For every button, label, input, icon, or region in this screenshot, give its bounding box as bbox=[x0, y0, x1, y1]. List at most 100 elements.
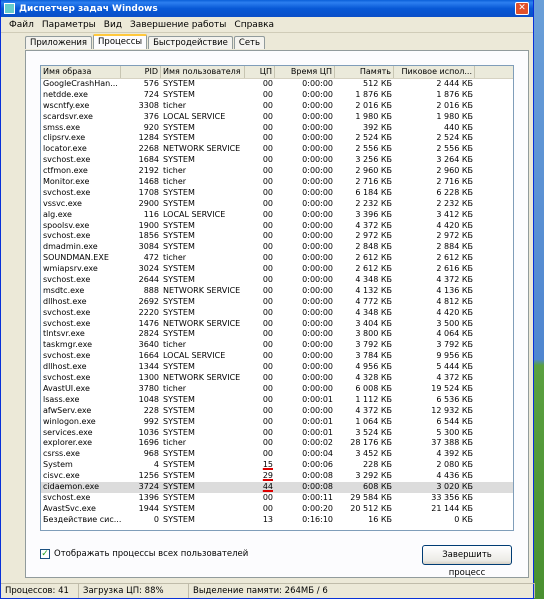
cell-name: lsass.exe bbox=[43, 394, 80, 404]
column-header-peak[interactable]: Пиковое испол... bbox=[394, 66, 475, 78]
tab-3[interactable]: Сеть bbox=[233, 36, 266, 49]
cell-cpu: 00 bbox=[262, 416, 273, 426]
table-row[interactable]: System 4 SYSTEM 15 0:00:06 228 КБ 2 080 КБ bbox=[41, 460, 513, 471]
table-row[interactable]: locator.exe 2268 NETWORK SERVICE 00 0:00:00 2… bbox=[41, 144, 513, 155]
table-row[interactable]: Бездействие сис... 0 SYSTEM 13 0:16:10 16 КБ 0… bbox=[41, 515, 513, 526]
table-row[interactable]: csrss.exe 968 SYSTEM 00 0:00:04 3 452 КБ 4 392… bbox=[41, 449, 513, 460]
cell-cpu: 44 bbox=[262, 481, 273, 491]
table-row[interactable]: svchost.exe 1300 NETWORK SERVICE 00 0:00:00 4… bbox=[41, 373, 513, 384]
table-row[interactable]: explorer.exe 1696 ticher 00 0:00:02 28 176 КБ… bbox=[41, 438, 513, 449]
title-bar[interactable]: Диспетчер задач Windows ✕ bbox=[1, 0, 533, 17]
table-row[interactable]: lsass.exe 1048 SYSTEM 00 0:00:01 1 112 КБ 6 53… bbox=[41, 395, 513, 406]
table-row[interactable]: svchost.exe 1396 SYSTEM 00 0:00:11 29 584 КБ 3… bbox=[41, 493, 513, 504]
cell-mem: 20 512 КБ bbox=[350, 503, 392, 513]
cell-cpu: 00 bbox=[262, 155, 273, 165]
cell-cpu: 00 bbox=[262, 220, 273, 230]
table-row[interactable]: cidaemon.exe 3724 SYSTEM 44 0:00:08 608 КБ 3 0… bbox=[41, 481, 513, 493]
cell-cpu: 00 bbox=[262, 79, 273, 88]
menu-item-2[interactable]: Вид bbox=[100, 20, 126, 30]
table-row[interactable]: spoolsv.exe 1900 SYSTEM 00 0:00:00 4 372 КБ 4 … bbox=[41, 221, 513, 232]
cell-time: 0:00:00 bbox=[302, 111, 333, 121]
table-row[interactable]: scardsvr.exe 376 LOCAL SERVICE 00 0:00:00 1 9… bbox=[41, 112, 513, 123]
cell-cpu: 00 bbox=[262, 231, 273, 241]
end-process-button[interactable]: Завершить процесс bbox=[422, 545, 512, 578]
table-row[interactable]: ctfmon.exe 2192 ticher 00 0:00:00 2 960 КБ 2 9… bbox=[41, 166, 513, 177]
cell-cpu: 00 bbox=[262, 296, 273, 306]
cell-user: ticher bbox=[163, 340, 187, 350]
tab-2[interactable]: Быстродействие bbox=[148, 36, 233, 49]
show-all-users-option[interactable]: ✓ Отображать процессы всех пользователей bbox=[40, 549, 248, 559]
cell-peak: 9 956 КБ bbox=[436, 351, 473, 361]
cell-user: SYSTEM bbox=[163, 329, 195, 339]
table-row[interactable]: svchost.exe 1476 NETWORK SERVICE 00 0:00:00 3… bbox=[41, 319, 513, 330]
table-row[interactable]: netdde.exe 724 SYSTEM 00 0:00:00 1 876 КБ 1 87… bbox=[41, 90, 513, 101]
cell-mem: 4 372 КБ bbox=[355, 220, 392, 230]
table-row[interactable]: wscntfy.exe 3308 ticher 00 0:00:00 2 016 КБ 2 … bbox=[41, 101, 513, 112]
cell-time: 0:00:00 bbox=[302, 307, 333, 317]
table-row[interactable]: clipsrv.exe 1284 SYSTEM 00 0:00:00 2 524 КБ 2 … bbox=[41, 133, 513, 144]
cell-name: wscntfy.exe bbox=[43, 100, 90, 110]
process-list[interactable]: Имя образа PID Имя пользователя ЦП Время ЦП П… bbox=[40, 65, 514, 531]
column-header-name[interactable]: Имя образа bbox=[41, 66, 121, 78]
cell-mem: 3 396 КБ bbox=[355, 209, 392, 219]
table-row[interactable]: dmadmin.exe 3084 SYSTEM 00 0:00:00 2 848 КБ 2 … bbox=[41, 242, 513, 253]
cell-mem: 3 292 КБ bbox=[355, 471, 392, 481]
cell-pid: 3308 bbox=[138, 100, 159, 110]
cell-name: cidaemon.exe bbox=[43, 481, 100, 491]
cell-cpu: 00 bbox=[262, 166, 273, 176]
table-row[interactable]: dllhost.exe 2692 SYSTEM 00 0:00:00 4 772 КБ 4 … bbox=[41, 297, 513, 308]
table-row[interactable]: Monitor.exe 1468 ticher 00 0:00:00 2 716 КБ 2 … bbox=[41, 177, 513, 188]
cell-mem: 4 772 КБ bbox=[355, 296, 392, 306]
table-row[interactable]: winlogon.exe 992 SYSTEM 00 0:00:01 1 064 КБ 6 … bbox=[41, 417, 513, 428]
table-row[interactable]: svchost.exe 2220 SYSTEM 00 0:00:00 4 348 КБ 4 … bbox=[41, 308, 513, 319]
table-row[interactable]: svchost.exe 1664 LOCAL SERVICE 00 0:00:00 3 7… bbox=[41, 351, 513, 362]
cell-name: svchost.exe bbox=[43, 155, 91, 165]
close-icon[interactable]: ✕ bbox=[515, 2, 529, 15]
cell-mem: 3 404 КБ bbox=[355, 318, 392, 328]
table-row[interactable]: services.exe 1036 SYSTEM 00 0:00:01 3 524 КБ 5… bbox=[41, 428, 513, 439]
column-header-mem[interactable]: Память bbox=[335, 66, 394, 78]
table-row[interactable]: svchost.exe 1684 SYSTEM 00 0:00:00 3 256 КБ 3 … bbox=[41, 155, 513, 166]
menu-item-3[interactable]: Завершение работы bbox=[126, 20, 230, 30]
show-all-users-label: Отображать процессы всех пользователей bbox=[54, 549, 249, 559]
table-row[interactable]: SOUNDMAN.EXE 472 ticher 00 0:00:00 2 612 КБ 2 … bbox=[41, 253, 513, 264]
column-header-user[interactable]: Имя пользователя bbox=[161, 66, 245, 78]
table-row[interactable]: msdtc.exe 888 NETWORK SERVICE 00 0:00:00 4 13… bbox=[41, 286, 513, 297]
table-row[interactable]: alg.exe 116 LOCAL SERVICE 00 0:00:00 3 396 КБ… bbox=[41, 210, 513, 221]
table-row[interactable]: smss.exe 920 SYSTEM 00 0:00:00 392 КБ 440 КБ bbox=[41, 123, 513, 134]
show-all-users-checkbox[interactable]: ✓ bbox=[40, 549, 50, 559]
table-row[interactable]: AvastUI.exe 3780 ticher 00 0:00:00 6 008 КБ 19… bbox=[41, 384, 513, 395]
menu-item-0[interactable]: Файл bbox=[5, 20, 38, 30]
menu-item-1[interactable]: Параметры bbox=[38, 20, 100, 30]
column-header-pid[interactable]: PID bbox=[121, 66, 161, 78]
menu-item-4[interactable]: Справка bbox=[230, 20, 278, 30]
status-process-count: Процессов: 41 bbox=[1, 584, 79, 598]
table-row[interactable]: cisvc.exe 1256 SYSTEM 29 0:00:08 3 292 КБ 4 43… bbox=[41, 471, 513, 482]
column-header-cpu[interactable]: ЦП bbox=[245, 66, 275, 78]
cell-user: SYSTEM bbox=[163, 242, 195, 252]
table-row[interactable]: dllhost.exe 1344 SYSTEM 00 0:00:00 4 956 КБ 5 … bbox=[41, 362, 513, 373]
tab-1[interactable]: Процессы bbox=[93, 34, 148, 49]
cell-name: svchost.exe bbox=[43, 492, 91, 502]
table-row[interactable]: svchost.exe 1708 SYSTEM 00 0:00:00 6 184 КБ 6 … bbox=[41, 188, 513, 199]
cell-mem: 29 584 КБ bbox=[350, 492, 392, 502]
table-row[interactable]: taskmgr.exe 3640 ticher 00 0:00:00 3 792 КБ 3 … bbox=[41, 340, 513, 351]
cell-time: 0:00:00 bbox=[302, 285, 333, 295]
cell-user: NETWORK SERVICE bbox=[163, 285, 241, 295]
table-row[interactable]: tlntsvr.exe 2824 SYSTEM 00 0:00:00 3 800 КБ 4 … bbox=[41, 329, 513, 340]
cell-time: 0:00:00 bbox=[302, 264, 333, 274]
cell-peak: 37 388 КБ bbox=[431, 438, 473, 448]
table-row[interactable]: GoogleCrashHan... 576 SYSTEM 00 0:00:00 512 К… bbox=[41, 79, 513, 90]
table-row[interactable]: svchost.exe 2644 SYSTEM 00 0:00:00 4 348 КБ 4 … bbox=[41, 275, 513, 286]
cell-mem: 1 064 КБ bbox=[355, 416, 392, 426]
cell-time: 0:16:10 bbox=[302, 514, 333, 524]
tab-0[interactable]: Приложения bbox=[25, 36, 93, 49]
table-row[interactable]: vssvc.exe 2900 SYSTEM 00 0:00:00 2 232 КБ 2 23… bbox=[41, 199, 513, 210]
cell-peak: 2 524 КБ bbox=[436, 133, 473, 143]
table-row[interactable]: svchost.exe 1856 SYSTEM 00 0:00:00 2 972 КБ 2 … bbox=[41, 231, 513, 242]
table-row[interactable]: AvastSvc.exe 1944 SYSTEM 00 0:00:20 20 512 КБ… bbox=[41, 504, 513, 515]
table-row[interactable]: afwServ.exe 228 SYSTEM 00 0:00:00 4 372 КБ 12 … bbox=[41, 406, 513, 417]
cell-peak: 0 КБ bbox=[454, 514, 473, 524]
column-header-time[interactable]: Время ЦП bbox=[275, 66, 335, 78]
table-row[interactable]: wmiapsrv.exe 3024 SYSTEM 00 0:00:00 2 612 КБ 2… bbox=[41, 264, 513, 275]
